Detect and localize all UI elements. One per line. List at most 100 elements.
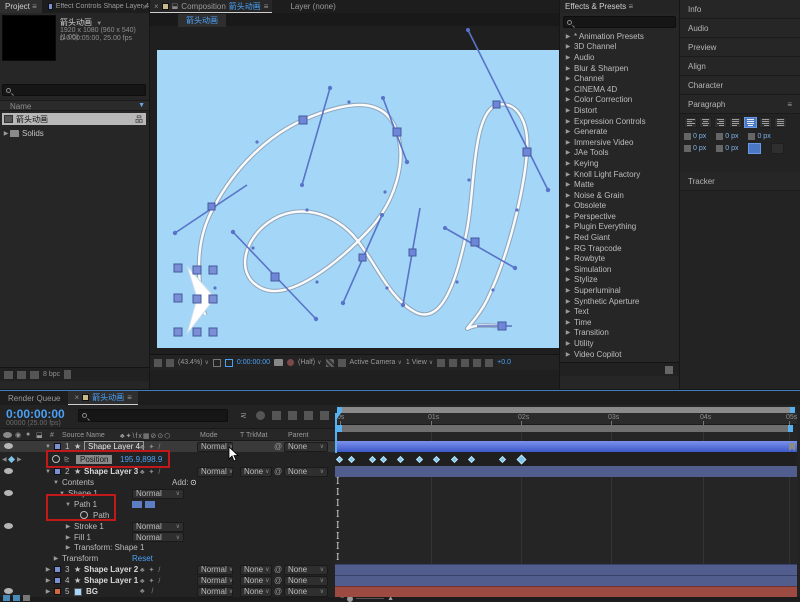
source-name-column[interactable]: Source Name [62, 432, 105, 439]
expand-inout-icon[interactable] [23, 595, 30, 601]
group-row-contents[interactable]: ▼ Contents Add: ⊙ [0, 477, 335, 488]
layer-switches[interactable]: ♣ ✦ / [140, 566, 161, 574]
property-name[interactable]: Path [93, 511, 109, 520]
parent-select[interactable]: None ∨ [284, 441, 328, 452]
group-row-stroke-1[interactable]: ▶ Stroke 1 Normal ∨ [0, 521, 335, 532]
eye-icon[interactable] [4, 468, 13, 474]
twirl-icon[interactable]: ▶ [64, 544, 72, 551]
twirl-icon[interactable]: ▶ [564, 234, 572, 241]
effects-category[interactable]: ▶ Matte [560, 179, 679, 190]
twirl-icon[interactable]: ▶ [564, 266, 572, 273]
layer-name[interactable]: Shape Layer 3 [84, 467, 138, 476]
twirl-icon[interactable]: ▶ [564, 171, 572, 178]
close-icon[interactable]: × [74, 393, 79, 402]
layer-color-chip[interactable] [54, 588, 61, 595]
twirl-icon[interactable]: ▶ [564, 86, 572, 93]
effects-category[interactable]: ▶ Immersive Video [560, 137, 679, 148]
effects-category[interactable]: ▶ Transition [560, 328, 679, 339]
layer-name[interactable]: BG [86, 587, 98, 596]
timeline-icon[interactable] [461, 358, 470, 367]
exposure-icon[interactable] [485, 358, 494, 367]
layer-bar-shape-layer-2[interactable] [335, 564, 797, 575]
layer-color-chip[interactable] [54, 566, 61, 573]
tab-project[interactable]: Project ≡ [0, 0, 42, 13]
justify-all-button[interactable] [774, 117, 787, 128]
view-layout-select[interactable]: 1 View ∨ [406, 359, 433, 366]
effects-category[interactable]: ▶ Utility [560, 338, 679, 349]
twirl-icon[interactable]: ▶ [564, 202, 572, 209]
space-after-field[interactable]: 0 px [716, 145, 738, 152]
tab-layer[interactable]: Layer (none) [290, 2, 335, 11]
group-row-transform-shape-1[interactable]: ▶ Transform: Shape 1 [0, 542, 335, 553]
interpret-footage-icon[interactable] [4, 370, 13, 379]
twirl-icon[interactable]: ▼ [52, 480, 60, 486]
bit-depth-label[interactable]: 8 bpc [43, 371, 60, 378]
group-label[interactable]: Path 1 [74, 500, 97, 509]
selection-handles[interactable] [173, 263, 218, 337]
path-vertices[interactable] [207, 100, 532, 331]
layer-bar-bg[interactable] [335, 586, 797, 597]
project-name-header[interactable]: Name ▼ [0, 100, 149, 111]
twirl-icon[interactable]: ▶ [564, 33, 572, 40]
twirl-icon[interactable]: ▶ [564, 65, 572, 72]
panel-menu-icon[interactable]: ≡ [628, 2, 633, 11]
transparency-grid-icon[interactable] [325, 358, 334, 367]
twirl-icon[interactable]: ▶ [64, 523, 72, 530]
sort-icon[interactable]: ▼ [138, 102, 145, 109]
effects-category[interactable]: ▶ Distort [560, 105, 679, 116]
keyframe-diamond[interactable] [396, 455, 405, 463]
layer-row-shape-layer-3[interactable]: ▼ 2 ★ Shape Layer 3 ♣ ✦ / Normal ∨ None ∨ … [0, 466, 335, 477]
align-right-button[interactable] [714, 117, 727, 128]
twirl-icon[interactable]: ▼ [44, 469, 52, 475]
property-row-position[interactable]: ◀ ▶ ⊵ Position 195.9,898.9 [0, 452, 335, 466]
pickwhip-icon[interactable]: @ [274, 565, 282, 574]
mode-column[interactable]: Mode [200, 432, 218, 439]
close-icon[interactable]: × [154, 2, 159, 11]
twirl-icon[interactable]: ▶ [564, 223, 572, 230]
parent-select[interactable]: None ∨ [284, 586, 328, 597]
indent-right-field[interactable]: 0 px [748, 133, 771, 140]
layer-color-chip[interactable] [54, 468, 61, 475]
panel-menu-icon[interactable]: ≡ [264, 2, 269, 11]
frame-blend-icon[interactable] [288, 411, 297, 420]
ltr-direction-button[interactable] [748, 143, 762, 154]
resolution-select[interactable]: (Half) ∨ [298, 359, 322, 366]
effects-category[interactable]: ▶ Channel [560, 73, 679, 84]
panel-header-tracker[interactable]: Tracker [680, 172, 800, 191]
layer-row-shape-layer-2[interactable]: ▶ 3 ★ Shape Layer 2 ♣ ✦ / Normal ∨ None ∨ … [0, 564, 335, 575]
effects-category[interactable]: ▶ 3D Channel [560, 42, 679, 53]
expand-layer-switches-icon[interactable] [3, 595, 10, 601]
mode-select[interactable]: Normal ∨ [197, 575, 233, 586]
path-merge-icon[interactable] [145, 501, 155, 508]
layer-row-shape-layer-1[interactable]: ▶ 4 ★ Shape Layer 1 ♣ ✦ / Normal ∨ None ∨ … [0, 575, 335, 586]
work-area-bar[interactable] [337, 425, 793, 432]
effects-category[interactable]: ▶ Time [560, 317, 679, 328]
layer-row-shape-layer-4[interactable]: ▼ 1 ★ Shape Layer 4 ♣ ✦ / Normal ∨ @ None… [0, 441, 335, 452]
mode-select[interactable]: Normal ∨ [197, 586, 233, 597]
current-time-label[interactable]: 0:00:00:00 [237, 359, 270, 366]
twirl-icon[interactable]: ▶ [44, 588, 52, 595]
add-label[interactable]: Add: [172, 478, 188, 487]
current-time-display[interactable]: 0:00:00:00 [6, 407, 65, 421]
rtl-direction-button[interactable] [771, 143, 785, 154]
exposure-value[interactable]: +0.0 [497, 359, 511, 366]
twirl-icon[interactable]: ▶ [564, 181, 572, 188]
twirl-icon[interactable]: ▼ [44, 444, 52, 450]
property-row-path[interactable]: Path [0, 510, 335, 521]
effects-category[interactable]: ▶ Audio [560, 52, 679, 63]
trkmat-select[interactable]: None ∨ [240, 586, 272, 597]
zoom-track[interactable] [356, 598, 385, 599]
work-area-end[interactable] [788, 425, 793, 432]
path-direction-icon[interactable] [132, 501, 142, 508]
twirl-icon[interactable]: ▶ [2, 130, 10, 137]
layer-name[interactable]: Shape Layer 2 [84, 565, 138, 574]
effects-category[interactable]: ▶ Plugin Everything [560, 222, 679, 233]
fast-previews-icon[interactable] [449, 358, 458, 367]
snapshot-icon[interactable] [274, 359, 284, 366]
space-before-field[interactable]: 0 px [684, 145, 706, 152]
twirl-icon[interactable]: ▶ [564, 107, 572, 114]
group-label[interactable]: Transform: Shape 1 [74, 543, 144, 552]
layer-switches[interactable]: ♣ ✦ / [140, 468, 161, 476]
layer-name[interactable]: Shape Layer 1 [84, 576, 138, 585]
panel-header-audio[interactable]: Audio [680, 19, 800, 38]
